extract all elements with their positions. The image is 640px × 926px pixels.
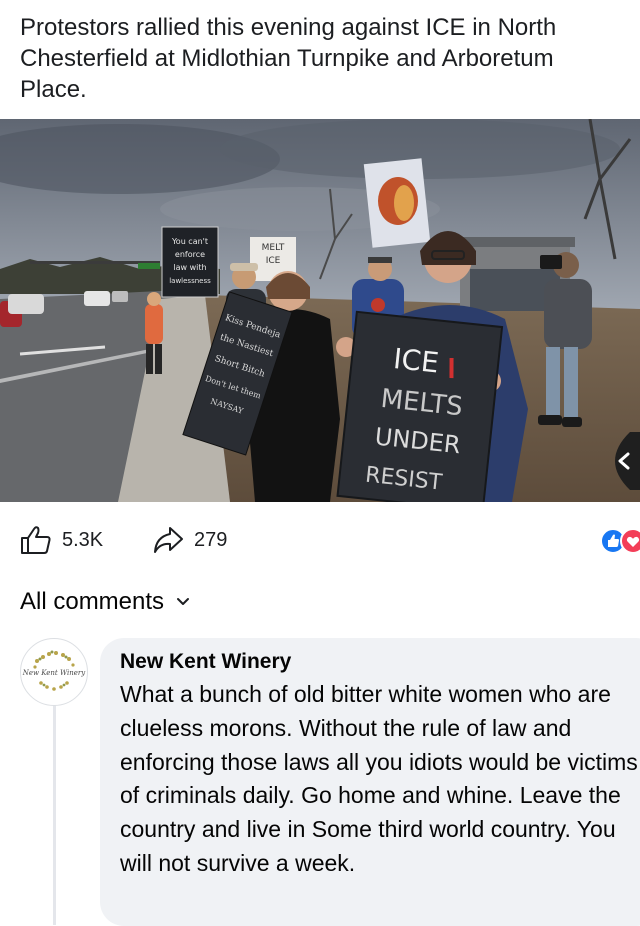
love-reaction-icon <box>620 528 640 554</box>
sign-left-line-4: lawlessness <box>169 277 211 285</box>
sign-left-line-2: enforce <box>175 250 205 259</box>
comment-thread-line <box>53 705 56 925</box>
commenter-avatar[interactable]: New Kent Winery <box>20 638 88 706</box>
chevron-down-icon <box>177 598 190 605</box>
post-action-bar: 5.3K 279 <box>0 520 640 560</box>
like-count: 5.3K <box>62 528 104 551</box>
sign-left-line-3: law with <box>173 263 206 272</box>
reaction-icons[interactable] <box>600 526 640 556</box>
share-button[interactable]: 279 <box>152 520 227 560</box>
protest-photo-illustration: You can't enforce law with lawlessness M… <box>0 119 640 502</box>
comments-sort-dropdown[interactable]: All comments <box>20 585 190 619</box>
comment-body: What a bunch of old bitter white women w… <box>120 681 638 876</box>
thumbs-up-icon <box>21 526 51 554</box>
chevron-right-icon <box>615 432 640 490</box>
sign-left-line-1: You can't <box>171 237 208 246</box>
comments-sort-label: All comments <box>20 588 165 615</box>
next-photo-button[interactable] <box>600 432 640 490</box>
sign-melt-line-1: MELT <box>262 243 285 253</box>
like-button[interactable]: 5.3K <box>20 520 103 560</box>
winery-logo-icon: New Kent Winery <box>22 640 87 704</box>
post-caption: Protestors rallied this evening against … <box>20 14 557 103</box>
post-photo[interactable]: You can't enforce law with lawlessness M… <box>0 119 640 502</box>
share-arrow-icon <box>154 527 183 553</box>
sign-melt-line-2: ICE <box>266 256 281 266</box>
share-count: 279 <box>194 528 228 551</box>
avatar-logo-text: New Kent Winery <box>22 669 87 677</box>
sign-main-line-1: ICE <box>392 342 441 380</box>
comment-author-name[interactable]: New Kent Winery <box>120 650 291 674</box>
